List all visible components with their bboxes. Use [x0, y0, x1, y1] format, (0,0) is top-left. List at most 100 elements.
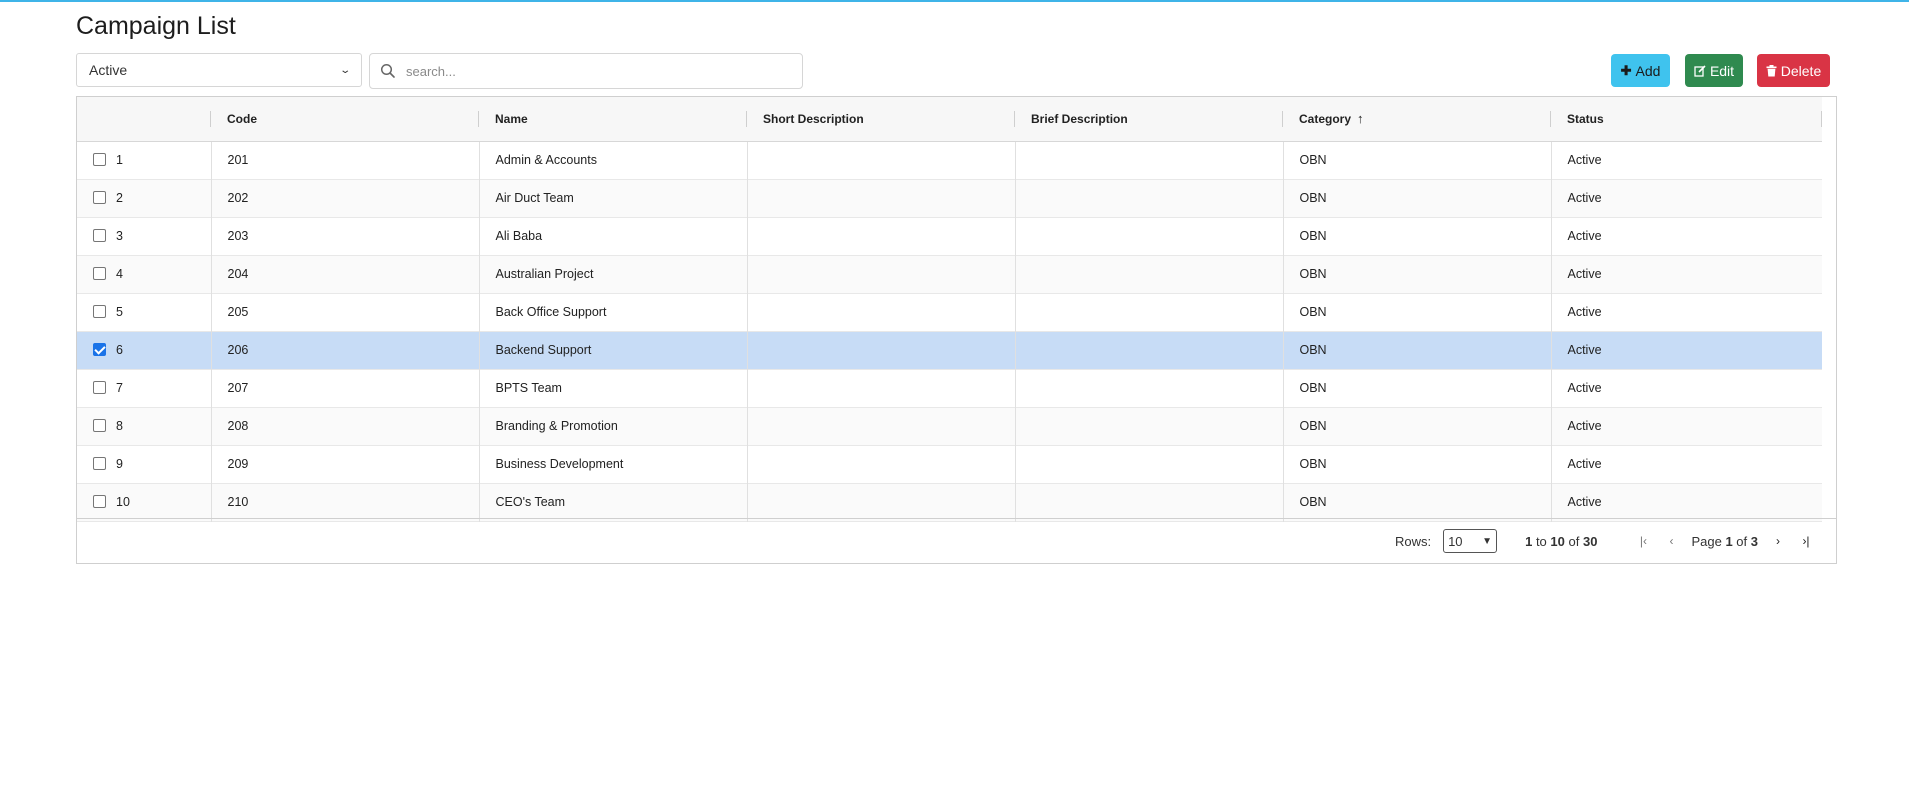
chevron-down-icon: ▼ [1482, 535, 1493, 547]
cell-name: CEO's Team [495, 495, 566, 509]
column-header-category[interactable]: Category ↑ [1283, 97, 1551, 142]
cell-code: 208 [227, 419, 249, 433]
row-checkbox[interactable] [93, 457, 106, 471]
cell-code: 210 [227, 495, 249, 509]
cell-name: Ali Baba [495, 229, 543, 243]
table-row[interactable]: 6 206 Backend Support OBN Active [77, 331, 1822, 369]
edit-icon [1694, 64, 1706, 77]
row-checkbox[interactable] [93, 153, 106, 167]
cell-code: 206 [227, 343, 249, 357]
cell-name: Back Office Support [495, 305, 607, 319]
page-indicator: Page 1 of 3 [1691, 533, 1758, 549]
cell-code: 207 [227, 381, 249, 395]
cell-status: Active [1567, 495, 1602, 509]
row-checkbox[interactable] [93, 343, 106, 357]
column-header-code[interactable]: Code [211, 97, 479, 142]
table-row[interactable]: 7 207 BPTS Team OBN Active [77, 369, 1822, 407]
column-header-brief-description[interactable]: Brief Description [1015, 97, 1283, 142]
row-checkbox[interactable] [93, 419, 106, 433]
cell-status: Active [1567, 381, 1602, 395]
cell-name: BPTS Team [495, 381, 562, 395]
paginator: Rows: 10 ▼ 1 to 10 of 30 |‹ ‹ Page 1 of … [77, 518, 1836, 563]
rows-label: Rows: [1394, 533, 1432, 549]
cell-code: 203 [227, 229, 249, 243]
cell-category: OBN [1299, 495, 1327, 509]
previous-page-icon[interactable]: ‹ [1663, 534, 1679, 548]
search-icon [380, 63, 395, 78]
cell-status: Active [1567, 457, 1602, 471]
cell-code: 202 [227, 191, 249, 205]
cell-name: Australian Project [495, 267, 594, 281]
add-button[interactable]: ✚ Add [1611, 54, 1670, 87]
cell-category: OBN [1299, 267, 1327, 281]
edit-button[interactable]: Edit [1685, 54, 1743, 87]
row-checkbox[interactable] [93, 495, 106, 509]
rows-per-page-select[interactable]: 10 ▼ [1443, 529, 1498, 553]
row-checkbox[interactable] [93, 381, 106, 395]
add-button-label: Add [1635, 62, 1661, 79]
row-number: 5 [116, 304, 123, 319]
cell-status: Active [1567, 419, 1602, 433]
delete-button[interactable]: Delete [1757, 54, 1830, 87]
first-page-icon[interactable]: |‹ [1635, 534, 1651, 548]
cell-name: Branding & Promotion [495, 419, 618, 433]
cell-code: 205 [227, 305, 249, 319]
row-number: 9 [116, 456, 123, 471]
cell-status: Active [1567, 153, 1602, 167]
table-row[interactable]: 8 208 Branding & Promotion OBN Active [77, 407, 1822, 445]
cell-status: Active [1567, 305, 1602, 319]
plus-icon: ✚ [1620, 62, 1632, 78]
table-row[interactable]: 2 202 Air Duct Team OBN Active [77, 179, 1822, 217]
cell-category: OBN [1299, 229, 1327, 243]
campaign-table: Code Name Short Description Brief Descri… [76, 96, 1837, 564]
table-header-row: Code Name Short Description Brief Descri… [77, 97, 1822, 142]
column-header-short-description[interactable]: Short Description [747, 97, 1015, 142]
row-checkbox[interactable] [93, 191, 106, 205]
cell-code: 209 [227, 457, 249, 471]
trash-icon [1766, 64, 1777, 76]
table-row[interactable]: 1 201 Admin & Accounts OBN Active [77, 141, 1822, 179]
table-row[interactable]: 10 210 CEO's Team OBN Active [77, 483, 1822, 521]
delete-button-label: Delete [1780, 62, 1822, 79]
column-header-select [77, 97, 211, 142]
cell-category: OBN [1299, 457, 1327, 471]
column-header-status[interactable]: Status [1551, 97, 1822, 142]
column-header-name[interactable]: Name [479, 97, 747, 142]
table-row[interactable]: 4 204 Australian Project OBN Active [77, 255, 1822, 293]
next-page-icon[interactable]: › [1770, 534, 1786, 548]
row-number: 1 [116, 152, 123, 167]
cell-category: OBN [1299, 343, 1327, 357]
cell-name: Air Duct Team [495, 191, 574, 205]
row-checkbox[interactable] [93, 267, 106, 281]
cell-name: Admin & Accounts [495, 153, 597, 167]
search-box[interactable] [369, 53, 803, 89]
record-range: 1 to 10 of 30 [1525, 533, 1598, 549]
cell-name: Backend Support [495, 343, 592, 357]
edit-button-label: Edit [1709, 62, 1735, 79]
status-filter-value: Active [89, 62, 128, 78]
cell-code: 204 [227, 267, 249, 281]
last-page-icon[interactable]: ›| [1798, 534, 1814, 548]
table-row[interactable]: 3 203 Ali Baba OBN Active [77, 217, 1822, 255]
cell-status: Active [1567, 191, 1602, 205]
row-checkbox[interactable] [93, 305, 106, 319]
row-number: 8 [116, 418, 123, 433]
page-title: Campaign List [76, 12, 236, 40]
search-input[interactable] [404, 62, 792, 80]
cell-category: OBN [1299, 381, 1327, 395]
cell-status: Active [1567, 267, 1602, 281]
cell-status: Active [1567, 229, 1602, 243]
table-row[interactable]: 5 205 Back Office Support OBN Active [77, 293, 1822, 331]
sort-ascending-icon: ↑ [1357, 111, 1364, 127]
table-row[interactable]: 9 209 Business Development OBN Active [77, 445, 1822, 483]
cell-code: 201 [227, 153, 249, 167]
row-number: 6 [116, 342, 123, 357]
row-number: 2 [116, 190, 123, 205]
cell-category: OBN [1299, 305, 1327, 319]
row-checkbox[interactable] [93, 229, 106, 243]
cell-name: Business Development [495, 457, 624, 471]
cell-status: Active [1567, 343, 1602, 357]
status-filter-dropdown[interactable]: Active ⌄ [76, 53, 362, 87]
row-number: 3 [116, 228, 123, 243]
chevron-down-icon: ⌄ [338, 64, 351, 76]
